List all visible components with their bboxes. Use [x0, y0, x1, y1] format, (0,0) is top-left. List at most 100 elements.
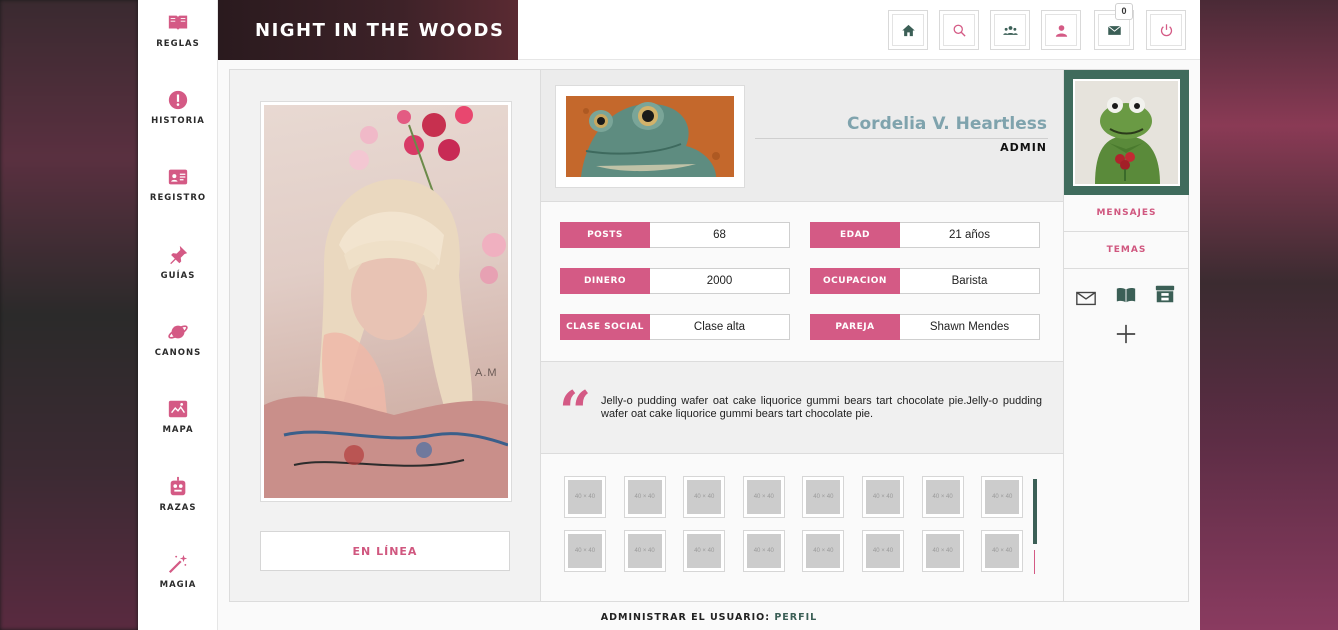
plus-icon — [1116, 324, 1136, 344]
sidebar-item-magia[interactable]: MAGIA — [138, 541, 218, 601]
thumbnail-placeholder: 40 × 40 — [925, 480, 960, 514]
sidebar-item-canons[interactable]: CANONS — [138, 309, 218, 369]
sidebar: REGLAS HISTORIA REGISTRO GUÍAS CANONS MA… — [138, 0, 218, 630]
sidebar-item-label: CANONS — [154, 347, 202, 358]
gallery-thumbnail[interactable]: 40 × 40 — [623, 530, 666, 572]
gallery-thumbnail[interactable]: 40 × 40 — [862, 530, 904, 572]
gallery-thumbnail[interactable]: 40 × 40 — [981, 530, 1024, 572]
thumbnail-placeholder: 40 × 40 — [627, 534, 662, 568]
field-dinero: DINERO 2000 — [560, 268, 790, 294]
field-label: EDAD — [810, 222, 900, 248]
sidebar-item-label: MAPA — [162, 424, 194, 435]
site-title-banner[interactable]: NIGHT IN THE WOODS — [218, 0, 518, 60]
thumbnail-placeholder: 40 × 40 — [925, 534, 960, 568]
profile-button[interactable] — [1041, 10, 1081, 50]
profile-fields: POSTS 68 EDAD 21 años DINERO 2000 OCUPAC… — [541, 202, 1063, 362]
portrait-watermark: A.M — [475, 367, 498, 379]
field-value: 21 años — [900, 222, 1040, 248]
gallery-thumbnail[interactable]: 40 × 40 — [683, 476, 726, 518]
site-title: NIGHT IN THE WOODS — [255, 19, 505, 41]
gallery-thumbnail[interactable]: 40 × 40 — [921, 530, 964, 572]
archive-icon — [1155, 285, 1175, 303]
messages-button[interactable]: 0 — [1094, 3, 1134, 50]
name-divider — [755, 138, 1048, 139]
sidebar-item-label: MAGIA — [159, 579, 197, 590]
topics-link[interactable]: TEMAS — [1064, 232, 1189, 269]
profile-card: A.M EN LÍNEA Cordelia V. Heartless ADMIN… — [229, 69, 1189, 602]
online-status: EN LÍNEA — [260, 531, 510, 571]
sidebar-item-mapa[interactable]: MAPA — [138, 386, 218, 446]
thumbnail-placeholder: 40 × 40 — [746, 534, 781, 568]
field-label: CLASE SOCIAL — [560, 314, 650, 340]
field-posts: POSTS 68 — [560, 222, 790, 248]
gallery-thumbnail[interactable]: 40 × 40 — [742, 530, 785, 572]
search-icon — [953, 24, 966, 37]
power-icon — [1160, 23, 1172, 36]
thumbnail-placeholder: 40 × 40 — [687, 480, 722, 514]
send-message-button[interactable] — [1075, 287, 1097, 314]
portrait-frame: A.M — [260, 101, 512, 502]
field-value: Barista — [900, 268, 1040, 294]
background-right — [1200, 0, 1338, 630]
user-icon — [1055, 24, 1067, 37]
kermit-avatar-image — [1073, 79, 1180, 186]
field-value: 2000 — [650, 268, 790, 294]
profile-right-column: MENSAJES TEMAS — [1063, 70, 1189, 601]
sidebar-item-registro[interactable]: REGISTRO — [138, 154, 218, 214]
gallery-thumbnail[interactable]: 40 × 40 — [802, 476, 845, 518]
gallery-thumbnail[interactable]: 40 × 40 — [564, 476, 606, 518]
search-button[interactable] — [939, 10, 979, 50]
book-icon — [168, 15, 188, 30]
sidebar-item-historia[interactable]: HISTORIA — [138, 77, 218, 137]
book-open-button[interactable] — [1115, 284, 1137, 311]
scrollbar-thumb[interactable] — [1033, 479, 1037, 544]
add-button[interactable] — [1115, 323, 1137, 350]
field-value: 68 — [650, 222, 790, 248]
profile-quote: “ Jelly-o pudding wafer oat cake liquori… — [541, 362, 1063, 454]
sidebar-item-razas[interactable]: RAZAS — [138, 464, 218, 524]
profile-name-area: Cordelia V. Heartless ADMIN — [541, 70, 1063, 202]
users-icon — [1002, 25, 1018, 35]
members-button[interactable] — [990, 10, 1030, 50]
gallery-thumbnail[interactable]: 40 × 40 — [862, 476, 904, 518]
field-label: POSTS — [560, 222, 650, 248]
field-label: PAREJA — [810, 314, 900, 340]
field-ocupacion: OCUPACION Barista — [810, 268, 1040, 294]
thumbnail-placeholder: 40 × 40 — [866, 480, 900, 514]
sidebar-item-guias[interactable]: GUÍAS — [138, 232, 218, 292]
gallery-thumbnail[interactable]: 40 × 40 — [921, 476, 964, 518]
gallery-thumbnail[interactable]: 40 × 40 — [623, 476, 666, 518]
sidebar-item-label: RAZAS — [159, 502, 197, 513]
gallery-thumbnail[interactable]: 40 × 40 — [564, 530, 606, 572]
forum-frame: REGLAS HISTORIA REGISTRO GUÍAS CANONS MA… — [138, 0, 1200, 630]
gallery-thumbnail[interactable]: 40 × 40 — [683, 530, 726, 572]
sidebar-item-reglas[interactable]: REGLAS — [138, 0, 218, 60]
frog-avatar-image — [566, 96, 734, 177]
field-edad: EDAD 21 años — [810, 222, 1040, 248]
footer-prefix: ADMINISTRAR EL USUARIO: — [600, 612, 771, 623]
home-button[interactable] — [888, 10, 928, 50]
user-rank: ADMIN — [1000, 141, 1047, 154]
quote-icon: “ — [559, 379, 592, 445]
sidebar-item-label: REGISTRO — [149, 192, 207, 203]
robot-icon — [170, 476, 186, 495]
thumbnail-placeholder: 40 × 40 — [627, 480, 662, 514]
messages-link[interactable]: MENSAJES — [1064, 195, 1189, 232]
thumbnail-placeholder: 40 × 40 — [806, 534, 841, 568]
thumbnail-placeholder: 40 × 40 — [687, 534, 722, 568]
gallery-scrollbar[interactable] — [1033, 479, 1037, 574]
field-clase-social: CLASE SOCIAL Clase alta — [560, 314, 790, 340]
home-icon — [901, 24, 915, 36]
gallery-thumbnail[interactable]: 40 × 40 — [742, 476, 785, 518]
profile-main-column: Cordelia V. Heartless ADMIN POSTS 68 EDA… — [541, 70, 1063, 601]
archive-button[interactable] — [1154, 283, 1176, 310]
field-value: Clase alta — [650, 314, 790, 340]
background-left — [0, 0, 138, 630]
thumbnail-placeholder: 40 × 40 — [806, 480, 841, 514]
id-card-icon — [168, 169, 188, 184]
sidebar-item-label: HISTORIA — [151, 115, 205, 126]
footer-profile-link[interactable]: PERFIL — [774, 612, 817, 623]
gallery-thumbnail[interactable]: 40 × 40 — [802, 530, 845, 572]
gallery-thumbnail[interactable]: 40 × 40 — [981, 476, 1024, 518]
logout-button[interactable] — [1146, 10, 1186, 50]
